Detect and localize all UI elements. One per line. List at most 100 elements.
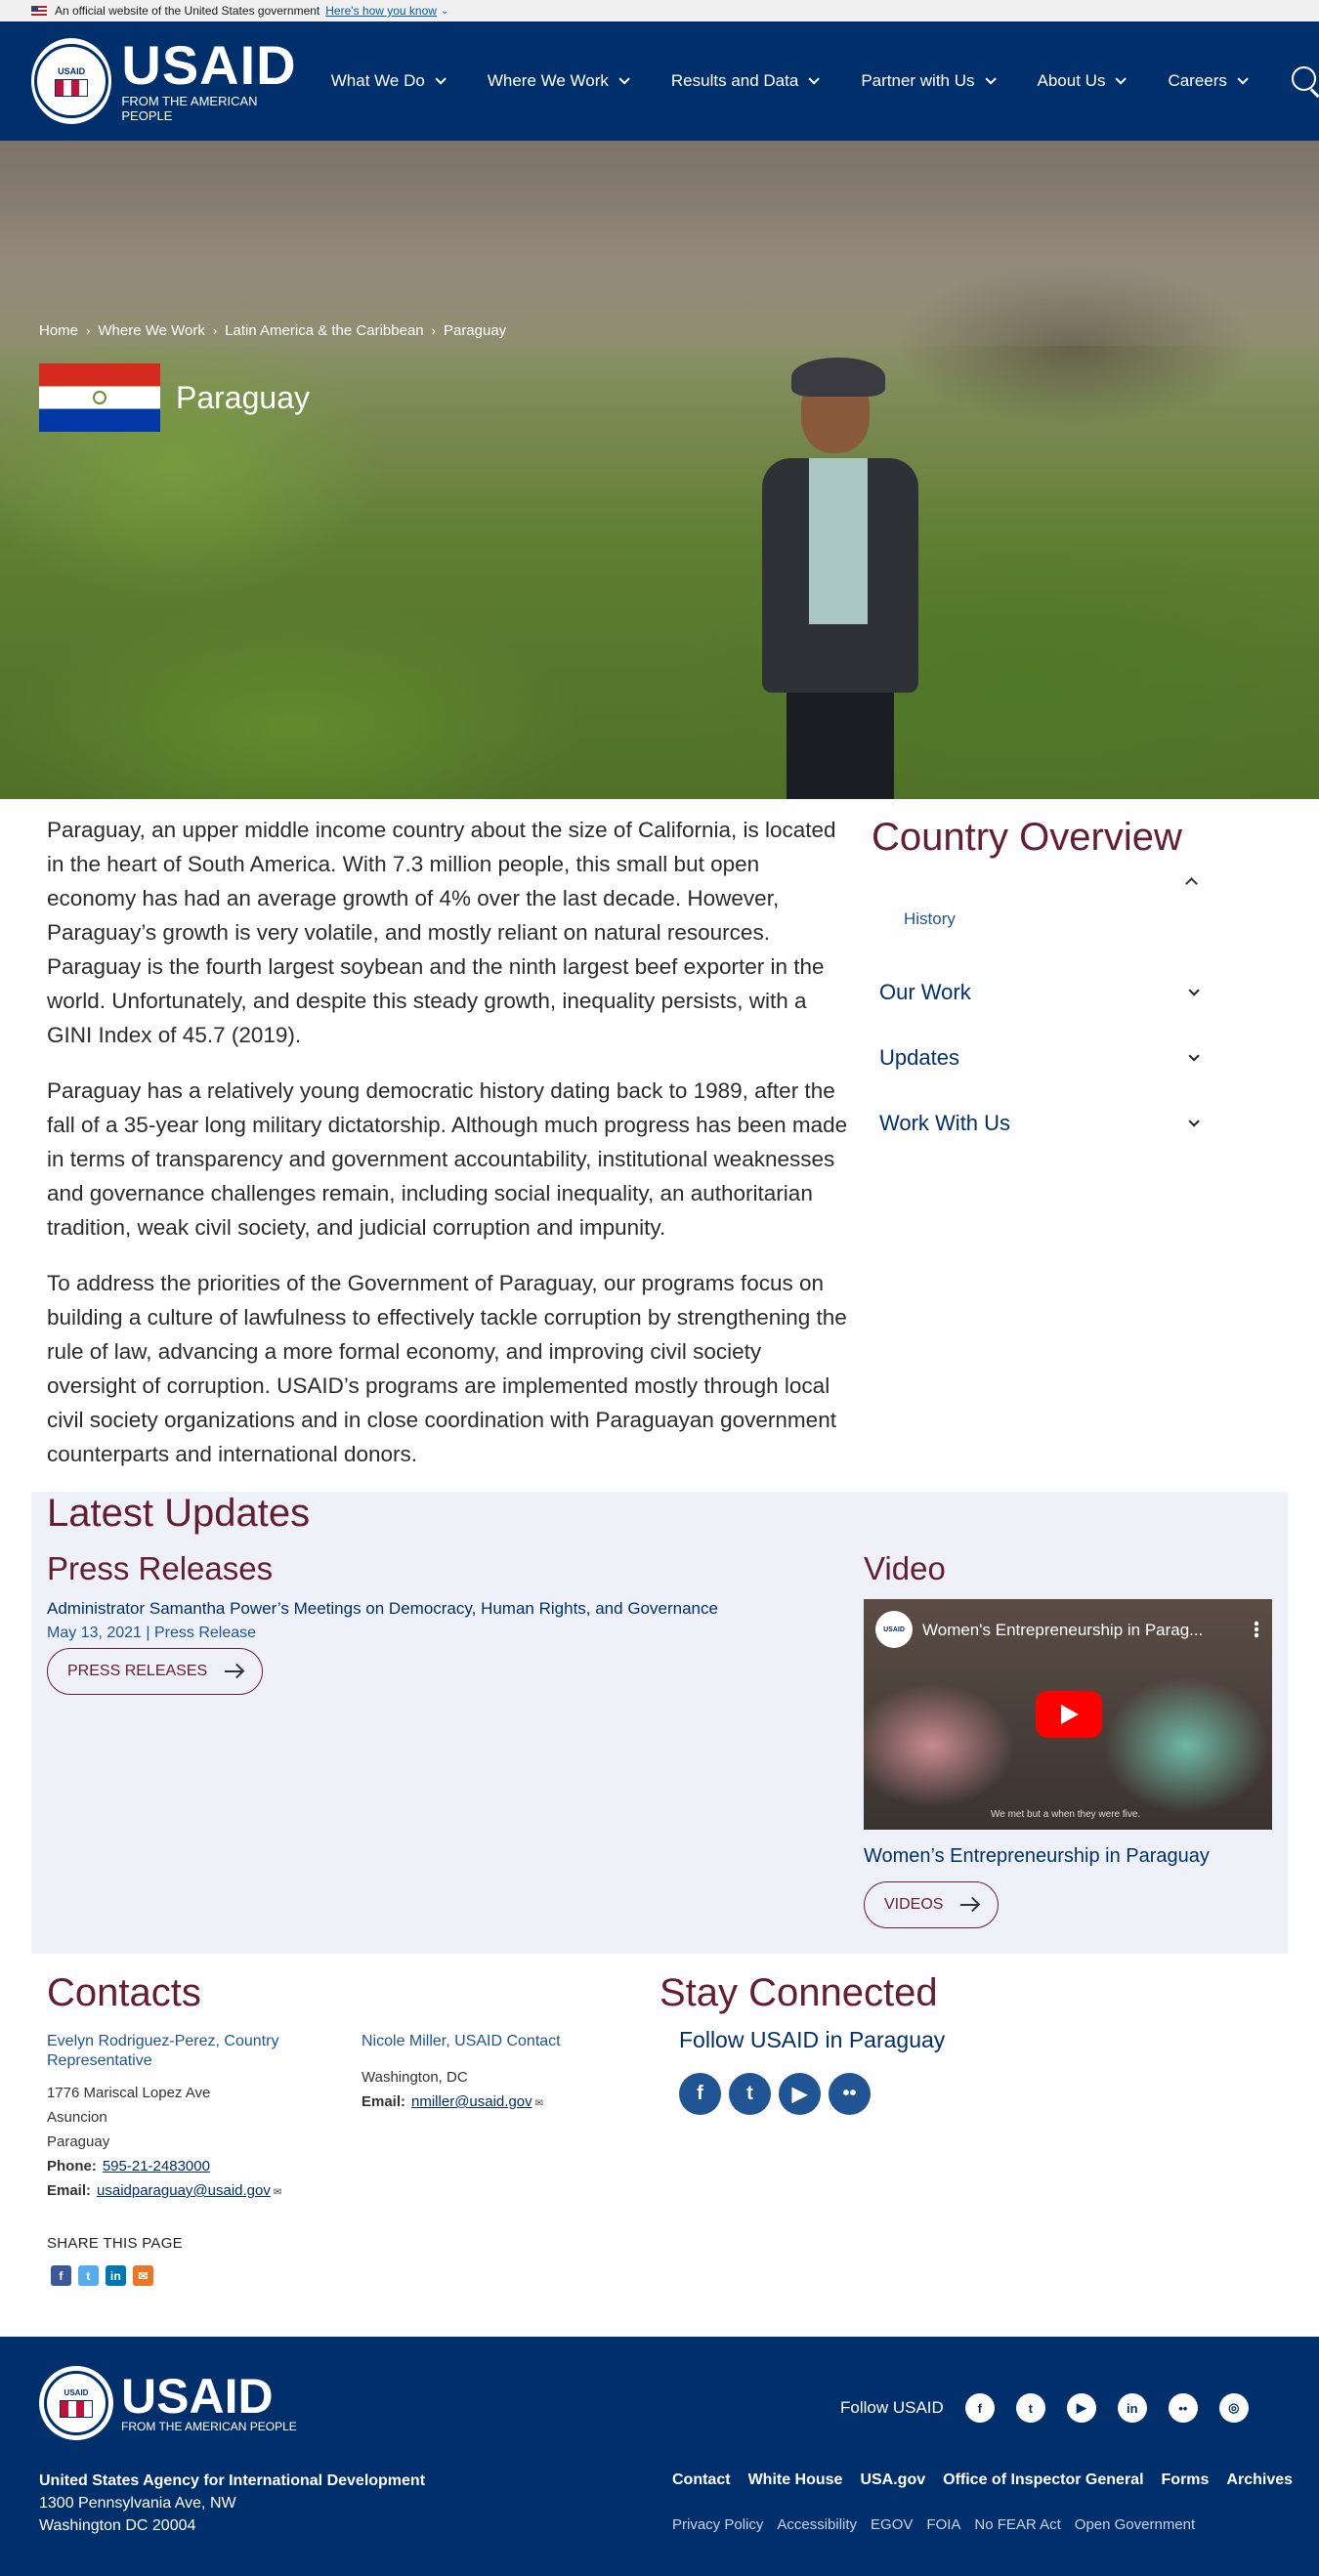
footer-link-no-fear[interactable]: No FEAR Act: [974, 2516, 1060, 2533]
heres-how-link[interactable]: Here's how you know: [325, 4, 437, 18]
chevron-down-icon: [1237, 73, 1249, 85]
chevron-up-icon: [1185, 877, 1198, 890]
footer-link-white-house[interactable]: White House: [748, 2471, 843, 2489]
share-facebook-icon[interactable]: f: [51, 2265, 71, 2286]
contact-email-link[interactable]: usaidparaguay@usaid.gov: [97, 2182, 271, 2199]
overview-title: Country Overview: [872, 816, 1182, 859]
intro-text: Paraguay, an upper middle income country…: [47, 813, 848, 1493]
nav-results-and-data[interactable]: Results and Data: [640, 71, 830, 91]
video-title[interactable]: Women’s Entrepreneurship in Paraguay: [864, 1845, 1274, 1868]
contact-phone-link[interactable]: 595-21-2483000: [103, 2158, 210, 2175]
share-label: SHARE THIS PAGE: [47, 2235, 183, 2252]
youtube-icon[interactable]: ▶: [1066, 2393, 1096, 2423]
overview-collapse-toggle[interactable]: [872, 862, 1243, 901]
footer-link-archives[interactable]: Archives: [1226, 2471, 1293, 2489]
chevron-down-icon: [435, 73, 447, 85]
external-mail-icon: ✉: [273, 2187, 282, 2198]
chevron-down-icon: [618, 73, 630, 85]
twitter-icon[interactable]: t: [1015, 2393, 1045, 2423]
updates-title: Latest Updates: [47, 1492, 311, 1535]
contact-address-line: Asuncion: [47, 2109, 107, 2126]
contact-name[interactable]: Evelyn Rodriguez-Perez, Country Represen…: [47, 2032, 311, 2071]
footer-logo[interactable]: USAID USAID FROM THE AMERICAN PEOPLE: [39, 2366, 297, 2440]
channel-logo-icon: USAID: [875, 1611, 913, 1648]
footer-link-egov[interactable]: EGOV: [871, 2516, 913, 2533]
footer-link-foia[interactable]: FOIA: [926, 2516, 960, 2533]
overview-work-with-us[interactable]: Work With Us: [872, 1090, 1243, 1156]
breadcrumb-current: Paraguay: [443, 322, 507, 339]
breadcrumb-where-we-work[interactable]: Where We Work: [98, 322, 204, 339]
contact-card: Evelyn Rodriguez-Perez, Country Represen…: [47, 2032, 311, 2205]
chevron-right-icon: ›: [86, 323, 91, 338]
search-icon[interactable]: [1291, 66, 1319, 96]
youtube-icon[interactable]: ▶: [779, 2073, 821, 2115]
contacts-title: Contacts: [47, 1971, 201, 2014]
nav-about-us[interactable]: About Us: [1006, 71, 1137, 91]
linkedin-icon[interactable]: in: [1117, 2393, 1147, 2423]
contacts-section: Contacts: [47, 1971, 201, 2015]
breadcrumb-home[interactable]: Home: [39, 322, 78, 339]
breadcrumb: Home › Where We Work › Latin America & the…: [39, 322, 506, 339]
twitter-icon[interactable]: t: [729, 2073, 771, 2115]
follow-usaid-label: Follow USAID: [840, 2398, 944, 2417]
nav-careers[interactable]: Careers: [1136, 71, 1257, 91]
press-releases: Press Releases Administrator Samantha Po…: [47, 1550, 829, 1695]
footer-org: United States Agency for International D…: [39, 2472, 426, 2489]
share-twitter-icon[interactable]: t: [78, 2265, 99, 2286]
chevron-down-icon: [1188, 1049, 1200, 1062]
footer-address-line: 1300 Pennsylvania Ave, NW: [39, 2495, 236, 2512]
video-player[interactable]: USAID Women's Entrepreneurship in Parag.…: [864, 1599, 1272, 1830]
footer-link-usa-gov[interactable]: USA.gov: [860, 2471, 925, 2489]
contact-email-link[interactable]: nmiller@usaid.gov: [411, 2093, 532, 2110]
flickr-icon[interactable]: ••: [1168, 2393, 1198, 2423]
usaid-wordmark[interactable]: USAID FROM THE AMERICAN PEOPLE: [121, 34, 299, 124]
contact-name[interactable]: Nicole Miller, USAID Contact: [362, 2032, 625, 2051]
video-caption: We met but a when they were five.: [991, 1809, 1141, 1820]
paraguay-flag-icon: [39, 363, 160, 432]
breadcrumb-latin-america[interactable]: Latin America & the Caribbean: [225, 322, 423, 339]
play-button-icon[interactable]: [1036, 1691, 1102, 1738]
contact-address-line: 1776 Mariscal Lopez Ave: [47, 2085, 211, 2101]
overview-updates[interactable]: Updates: [872, 1025, 1243, 1090]
site-footer: USAID USAID FROM THE AMERICAN PEOPLE Fol…: [0, 2337, 1319, 2576]
press-releases-button[interactable]: PRESS RELEASES: [47, 1648, 264, 1695]
footer-link-open-gov[interactable]: Open Government: [1075, 2516, 1195, 2533]
share-linkedin-icon[interactable]: in: [106, 2265, 126, 2286]
usaid-seal-logo[interactable]: USAID: [31, 38, 112, 124]
chevron-right-icon: ›: [212, 323, 218, 338]
chevron-down-icon: [1115, 73, 1128, 85]
site-header: USAID USAID FROM THE AMERICAN PEOPLE Wha…: [0, 21, 1319, 141]
phone-label: Phone:: [47, 2158, 97, 2175]
press-item-title[interactable]: Administrator Samantha Power’s Meetings …: [47, 1599, 829, 1619]
contact-address-line: Paraguay: [47, 2133, 110, 2150]
footer-link-contact[interactable]: Contact: [672, 2471, 731, 2489]
share-email-icon[interactable]: ✉: [133, 2265, 153, 2286]
chevron-down-icon: [984, 73, 997, 85]
facebook-icon[interactable]: f: [964, 2393, 995, 2423]
footer-follow: Follow USAID f t ▶ in •• ◎: [840, 2393, 1249, 2423]
footer-brand: USAID: [121, 2369, 274, 2424]
instagram-icon[interactable]: ◎: [1218, 2393, 1249, 2423]
flickr-icon[interactable]: ••: [829, 2073, 871, 2115]
player-title[interactable]: Women's Entrepreneurship in Parag...: [922, 1621, 1225, 1640]
footer-link-accessibility[interactable]: Accessibility: [777, 2516, 857, 2533]
footer-link-privacy[interactable]: Privacy Policy: [672, 2516, 763, 2533]
chevron-down-icon: [808, 73, 821, 85]
videos-button[interactable]: VIDEOS: [864, 1881, 1000, 1928]
overview-our-work[interactable]: Our Work: [872, 959, 1243, 1025]
contact-card: Nicole Miller, USAID Contact Washington,…: [362, 2032, 625, 2116]
country-overview-sidebar: Country Overview History Our Work Update…: [872, 813, 1243, 1156]
brand-name: USAID: [121, 34, 297, 96]
footer-link-forms[interactable]: Forms: [1162, 2471, 1210, 2489]
nav-partner-with-us[interactable]: Partner with Us: [830, 71, 1005, 91]
brand-tagline: FROM THE AMERICAN PEOPLE: [121, 94, 258, 123]
video-block: Video USAID Women's Entrepreneurship in …: [864, 1550, 1274, 1928]
more-options-icon[interactable]: [1255, 1621, 1258, 1638]
latest-updates: Latest Updates Press Releases Administra…: [31, 1492, 1288, 1954]
footer-link-oig[interactable]: Office of Inspector General: [943, 2471, 1143, 2489]
nav-what-we-do[interactable]: What We Do: [331, 71, 456, 91]
facebook-icon[interactable]: f: [679, 2073, 721, 2115]
overview-history-link[interactable]: History: [872, 908, 1243, 959]
nav-where-we-work[interactable]: Where We Work: [456, 71, 640, 91]
chevron-right-icon: ›: [431, 323, 436, 338]
